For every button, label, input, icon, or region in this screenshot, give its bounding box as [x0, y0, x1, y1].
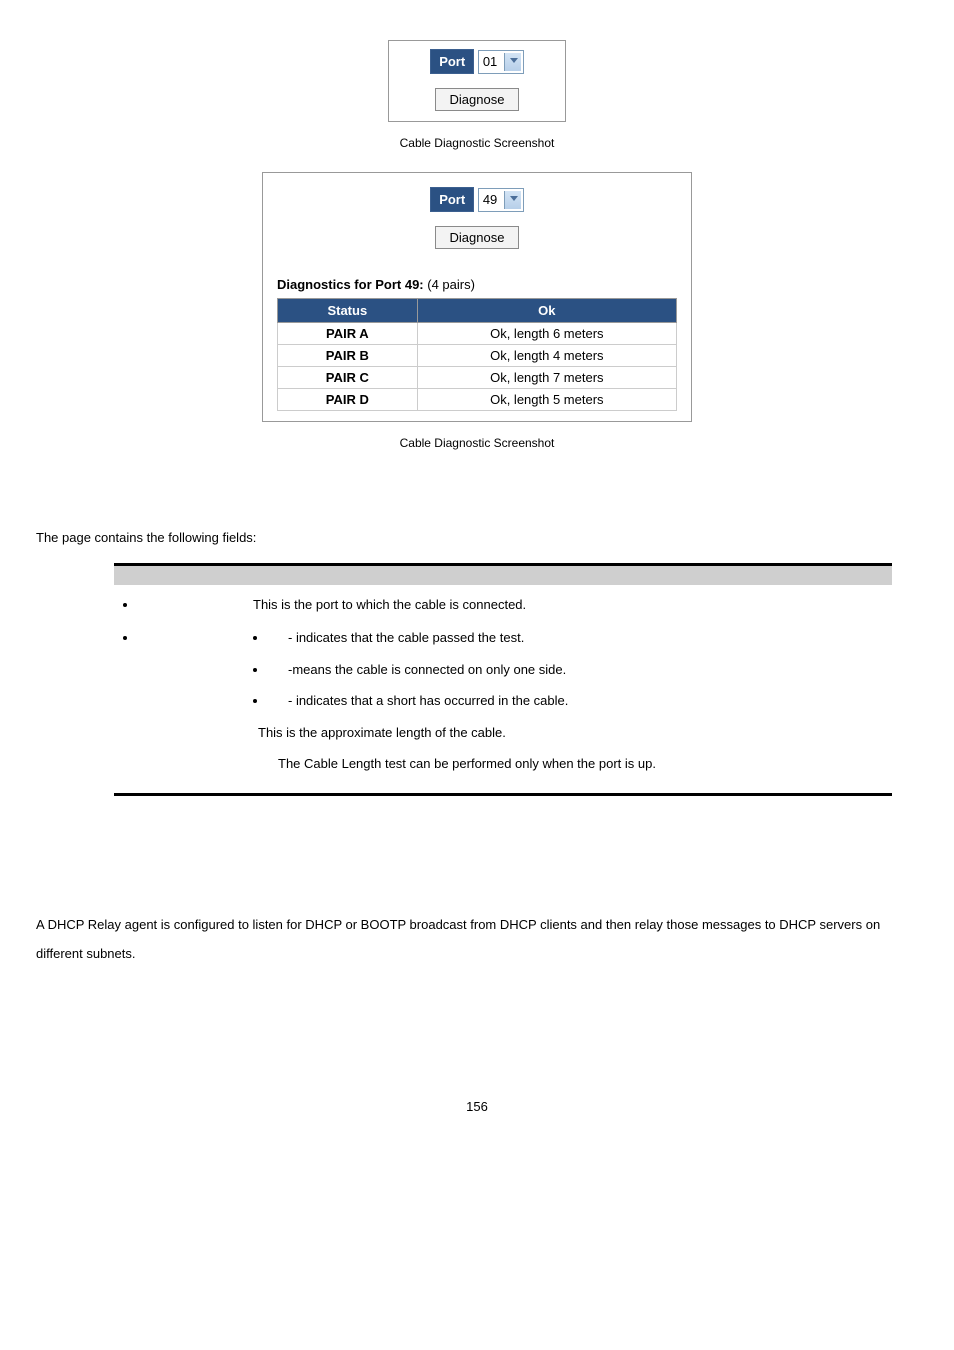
diag-pair: PAIR C: [278, 367, 418, 389]
diagnostics-table: Status Ok PAIR A Ok, length 6 meters PAI…: [277, 298, 677, 411]
field-ok: - indicates that the cable passed the te…: [268, 626, 892, 649]
port-select-value: 01: [483, 54, 497, 69]
diag-th-ok: Ok: [417, 299, 676, 323]
diag-status: Ok, length 6 meters: [417, 323, 676, 345]
cable-diagnostic-panel-small: Port 01 Diagnose: [388, 40, 566, 122]
field-port: This is the port to which the cable is c…: [138, 593, 892, 616]
diag-status: Ok, length 5 meters: [417, 389, 676, 411]
figure-caption: Cable Diagnostic Screenshot: [36, 136, 918, 150]
port-label: Port: [430, 187, 474, 212]
diagnostics-header-count: (4 pairs): [427, 277, 475, 292]
diag-pair: PAIR A: [278, 323, 418, 345]
diag-status: Ok, length 7 meters: [417, 367, 676, 389]
table-row: PAIR D Ok, length 5 meters: [278, 389, 677, 411]
figure-caption: Cable Diagnostic Screenshot: [36, 436, 918, 450]
diag-pair: PAIR D: [278, 389, 418, 411]
fields-intro: The page contains the following fields:: [36, 530, 918, 545]
chevron-down-icon: [510, 58, 518, 63]
diag-th-status: Status: [278, 299, 418, 323]
dhcp-relay-paragraph: A DHCP Relay agent is configured to list…: [36, 911, 918, 968]
fields-header-band: [114, 566, 892, 585]
diagnostics-header-label: Diagnostics for Port 49:: [277, 277, 424, 292]
field-short: - indicates that a short has occurred in…: [268, 689, 892, 712]
port-select[interactable]: 01: [478, 50, 524, 74]
port-select[interactable]: 49: [478, 188, 524, 212]
fields-box: This is the port to which the cable is c…: [114, 563, 892, 796]
field-test-results: - indicates that the cable passed the te…: [138, 626, 892, 775]
port-label: Port: [430, 49, 474, 74]
diagnostics-header: Diagnostics for Port 49: (4 pairs): [277, 277, 677, 292]
diag-status: Ok, length 4 meters: [417, 345, 676, 367]
field-port-desc: This is the port to which the cable is c…: [138, 593, 526, 616]
port-select-value: 49: [483, 192, 497, 207]
cable-diagnostic-panel-big: Port 49 Diagnose Diagnostics for Port 49…: [262, 172, 692, 422]
page-number: 156: [36, 1099, 918, 1114]
diagnose-button[interactable]: Diagnose: [435, 88, 520, 111]
table-row: PAIR B Ok, length 4 meters: [278, 345, 677, 367]
table-row: PAIR A Ok, length 6 meters: [278, 323, 677, 345]
field-open: -means the cable is connected on only on…: [268, 658, 892, 681]
chevron-down-icon: [510, 196, 518, 201]
diagnose-button[interactable]: Diagnose: [435, 226, 520, 249]
diag-pair: PAIR B: [278, 345, 418, 367]
field-length: This is the approximate length of the ca…: [258, 721, 892, 744]
table-row: PAIR C Ok, length 7 meters: [278, 367, 677, 389]
field-note: The Cable Length test can be performed o…: [278, 752, 892, 775]
